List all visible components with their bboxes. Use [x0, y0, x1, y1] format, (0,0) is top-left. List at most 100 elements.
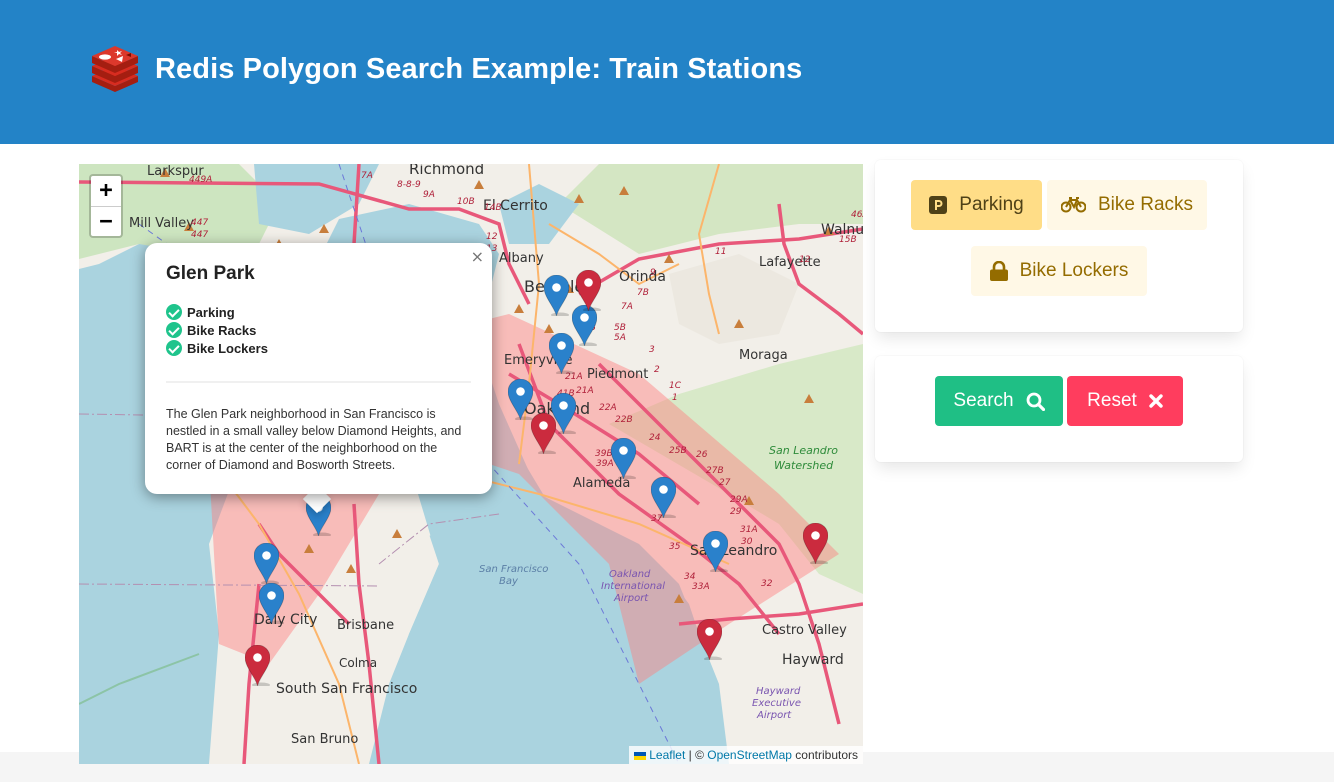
- svg-text:Executive: Executive: [752, 698, 801, 709]
- station-marker-blue[interactable]: [650, 476, 677, 520]
- check-circle-icon: [166, 322, 182, 338]
- station-marker-blue[interactable]: [702, 530, 729, 574]
- svg-text:11: 11: [715, 247, 726, 257]
- station-marker-blue[interactable]: [610, 437, 637, 481]
- filter-bike-racks-button[interactable]: Bike Racks: [1047, 180, 1207, 230]
- svg-text:34: 34: [684, 572, 696, 582]
- leaflet-link[interactable]: Leaflet: [649, 748, 685, 762]
- svg-text:Hayward: Hayward: [782, 652, 844, 668]
- svg-text:San Bruno: San Bruno: [291, 732, 358, 747]
- reset-button[interactable]: Reset: [1067, 376, 1183, 426]
- svg-text:Watershed: Watershed: [774, 459, 834, 472]
- search-button[interactable]: Search: [935, 376, 1063, 426]
- svg-text:22A: 22A: [599, 403, 617, 413]
- svg-text:Castro Valley: Castro Valley: [762, 623, 847, 638]
- svg-text:Hayward: Hayward: [756, 686, 801, 697]
- station-marker-red[interactable]: [244, 644, 271, 688]
- svg-text:12: 12: [486, 232, 498, 242]
- svg-text:1: 1: [672, 393, 678, 403]
- svg-text:447: 447: [191, 218, 208, 228]
- page-header: Redis Polygon Search Example: Train Stat…: [0, 0, 1334, 144]
- station-marker-blue[interactable]: [571, 304, 598, 348]
- osm-link[interactable]: OpenStreetMap: [707, 748, 792, 762]
- svg-text:10B: 10B: [457, 197, 475, 207]
- popup-feature-parking: Parking: [166, 303, 471, 321]
- svg-text:29A: 29A: [730, 495, 748, 505]
- check-circle-icon: [166, 304, 182, 320]
- svg-text:33A: 33A: [692, 582, 710, 592]
- feature-label: Parking: [187, 304, 235, 320]
- svg-text:Airport: Airport: [613, 593, 649, 604]
- search-icon: [1026, 392, 1045, 411]
- svg-text:7B: 7B: [637, 288, 649, 298]
- svg-text:39B: 39B: [595, 449, 613, 459]
- svg-text:San Francisco: San Francisco: [479, 564, 548, 575]
- svg-text:5B: 5B: [614, 323, 626, 333]
- svg-text:5A: 5A: [614, 333, 626, 343]
- svg-text:29: 29: [730, 507, 742, 517]
- svg-text:449A: 449A: [189, 175, 212, 185]
- popup-close-button[interactable]: ×: [471, 247, 484, 266]
- svg-text:Airport: Airport: [756, 710, 792, 721]
- map[interactable]: Larkspur Mill Valley Richmond El Cerrito…: [79, 164, 863, 764]
- svg-text:Albany: Albany: [499, 251, 544, 266]
- svg-text:9: 9: [650, 268, 656, 278]
- zoom-out-button[interactable]: −: [91, 206, 121, 236]
- svg-text:12: 12: [799, 255, 811, 265]
- station-marker-red[interactable]: [802, 522, 829, 566]
- station-marker-blue[interactable]: [507, 378, 534, 422]
- svg-text:25B: 25B: [669, 446, 687, 456]
- svg-text:South San Francisco: South San Francisco: [276, 681, 417, 697]
- svg-text:Lafayette: Lafayette: [759, 255, 821, 270]
- station-marker-red[interactable]: [696, 618, 723, 662]
- station-marker-blue[interactable]: [543, 274, 570, 318]
- svg-text:9A: 9A: [423, 190, 435, 200]
- svg-text:Mill Valley: Mill Valley: [129, 216, 194, 231]
- svg-text:3: 3: [649, 345, 655, 355]
- filter-parking-button[interactable]: Parking: [911, 180, 1042, 230]
- filter-bike-lockers-button[interactable]: Bike Lockers: [971, 246, 1147, 296]
- station-marker-blue[interactable]: [253, 542, 280, 586]
- feature-label: Bike Racks: [187, 322, 257, 338]
- svg-text:Colma: Colma: [339, 656, 377, 670]
- svg-text:7A: 7A: [621, 302, 633, 312]
- station-marker-blue[interactable]: [548, 332, 575, 376]
- zoom-in-button[interactable]: +: [91, 176, 121, 206]
- svg-text:26: 26: [696, 450, 708, 460]
- svg-text:31A: 31A: [740, 525, 758, 535]
- svg-text:32: 32: [761, 579, 773, 589]
- filter-panel: Parking Bike Racks Bike Lockers: [875, 160, 1243, 332]
- svg-text:Moraga: Moraga: [739, 348, 788, 363]
- svg-text:27B: 27B: [706, 466, 724, 476]
- svg-text:Piedmont: Piedmont: [587, 367, 648, 382]
- close-icon: [1149, 394, 1163, 408]
- svg-text:27: 27: [719, 478, 731, 488]
- parking-icon: [929, 196, 948, 214]
- svg-text:35: 35: [669, 542, 681, 552]
- svg-text:Bay: Bay: [499, 576, 519, 587]
- station-marker-red[interactable]: [530, 412, 557, 456]
- zoom-control: + −: [89, 174, 123, 238]
- svg-text:San Leandro: San Leandro: [769, 444, 838, 457]
- popup-description: The Glen Park neighborhood in San Franci…: [166, 407, 462, 472]
- popup-divider: [166, 381, 471, 383]
- svg-text:Oakland: Oakland: [609, 569, 651, 580]
- popup-feature-bike-racks: Bike Racks: [166, 321, 471, 339]
- redis-logo-icon: [92, 46, 138, 92]
- popup-feature-bike-lockers: Bike Lockers: [166, 339, 471, 357]
- svg-text:7A: 7A: [361, 171, 373, 181]
- map-attribution: Leaflet | © OpenStreetMap contributors: [629, 746, 863, 764]
- svg-text:22B: 22B: [615, 415, 633, 425]
- svg-text:21A: 21A: [576, 386, 594, 396]
- station-marker-blue[interactable]: [258, 582, 285, 626]
- station-marker-red[interactable]: [575, 269, 602, 313]
- lock-icon: [989, 261, 1008, 281]
- svg-text:1C: 1C: [669, 381, 682, 391]
- svg-text:Brisbane: Brisbane: [337, 618, 394, 633]
- svg-text:International: International: [601, 581, 665, 592]
- svg-text:Orinda: Orinda: [619, 269, 666, 285]
- svg-text:30: 30: [741, 537, 753, 547]
- popup-title: Glen Park: [166, 263, 255, 284]
- ukraine-flag-icon: [634, 751, 647, 760]
- svg-text:2: 2: [654, 365, 660, 375]
